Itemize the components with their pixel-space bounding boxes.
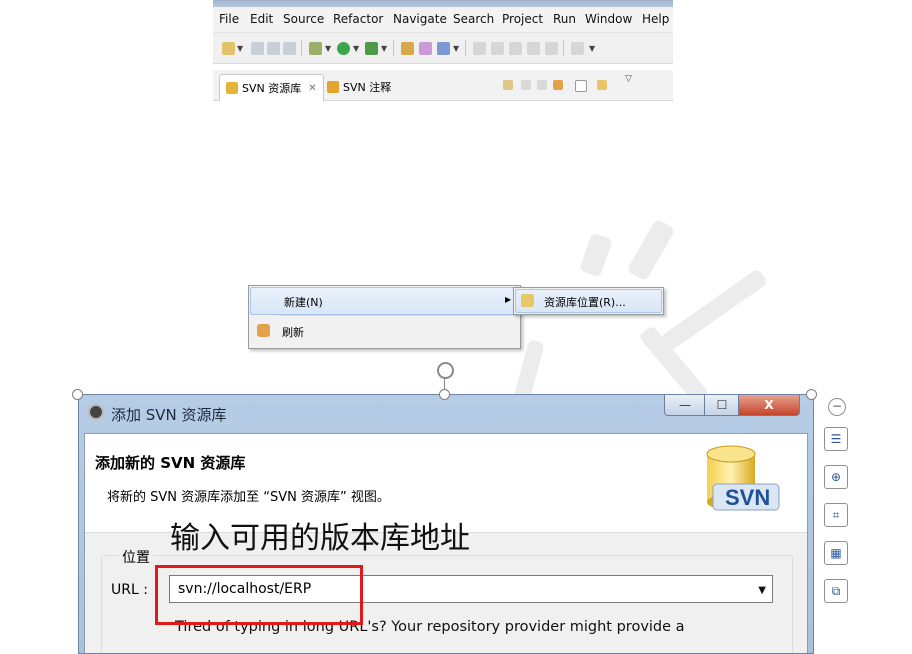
menu-item-refresh[interactable]: 刷新 (249, 318, 520, 344)
submenu-arrow-icon: ▶ (505, 295, 512, 304)
minus-icon[interactable]: − (828, 398, 846, 416)
watermark-stroke (659, 268, 769, 352)
home-icon[interactable] (503, 80, 513, 90)
svn-logo-icon: SVN (701, 444, 781, 520)
search-icon[interactable] (437, 42, 450, 55)
layout-options-icon[interactable]: ☰ (824, 427, 848, 451)
dropdown-arrow-icon[interactable]: ▼ (589, 44, 595, 53)
external-tools-icon[interactable] (365, 42, 378, 55)
selection-icon[interactable]: ▦ (824, 541, 848, 565)
toolbar-separator (301, 40, 302, 56)
menu-item-label: 新建(N) (284, 296, 323, 309)
svn-logo-text: SVN (725, 485, 771, 510)
menu-edit[interactable]: Edit (250, 12, 273, 26)
debug-icon[interactable] (309, 42, 322, 55)
annotation-icon[interactable] (509, 42, 522, 55)
open-type-icon[interactable] (401, 42, 414, 55)
tab-label: SVN 注释 (343, 81, 392, 94)
dialog-description: 将新的 SVN 资源库添加至 “SVN 资源库” 视图。 (107, 490, 390, 505)
dialog-title: 添加 SVN 资源库 (111, 406, 227, 424)
resize-handle[interactable] (72, 389, 83, 400)
tab-label: SVN 资源库 (242, 82, 302, 95)
menu-navigate[interactable]: Navigate (393, 12, 447, 26)
crop-icon[interactable]: ⌗ (824, 503, 848, 527)
dropdown-arrow-icon[interactable]: ▼ (381, 44, 387, 53)
menu-file[interactable]: File (219, 12, 239, 26)
menu-item-repository-location[interactable]: 资源库位置(R)... (515, 289, 662, 313)
back-icon[interactable] (521, 80, 531, 90)
dropdown-arrow-icon[interactable]: ▼ (325, 44, 331, 53)
menu-item-label: 资源库位置(R)... (544, 296, 626, 309)
menu-help[interactable]: Help (642, 12, 669, 26)
menu-source[interactable]: Source (283, 12, 324, 26)
context-menu: 新建(N) ▶ 刷新 (248, 285, 521, 349)
tab-svn-annotate[interactable]: SVN 注释 (327, 74, 391, 100)
menu-divider (279, 315, 519, 316)
dropdown-arrow-icon[interactable]: ▼ (353, 44, 359, 53)
toolbar-separator (465, 40, 466, 56)
dialog-app-icon (88, 404, 104, 420)
annotation-text: 输入可用的版本库地址 (170, 521, 470, 556)
refresh-icon (257, 324, 270, 337)
menu-run[interactable]: Run (553, 12, 576, 26)
dialog-heading: 添加新的 SVN 资源库 (95, 454, 246, 472)
zoom-in-icon[interactable]: ⊕ (824, 465, 848, 489)
save-icon[interactable] (251, 42, 264, 55)
toggle-mark-icon[interactable] (473, 42, 486, 55)
tab-svn-repositories[interactable]: SVN 资源库 ✕ (219, 74, 324, 101)
toolbar-separator (563, 40, 564, 56)
dropdown-arrow-icon[interactable]: ▼ (453, 44, 459, 53)
open-task-icon[interactable] (419, 42, 432, 55)
toolbar-separator (393, 40, 394, 56)
toolbar: ▼ ▼ ▼ ▼ ▼ ▼ (213, 33, 673, 64)
refresh-icon[interactable] (553, 80, 563, 90)
view-tab-bar: SVN 资源库 ✕ SVN 注释 ▽ (213, 70, 673, 101)
resize-handle[interactable] (439, 389, 450, 400)
window-controls: — ☐ X (664, 395, 807, 417)
next-annotation-icon[interactable] (571, 42, 584, 55)
repository-location-icon (521, 294, 534, 307)
menu-search[interactable]: Search (453, 12, 494, 26)
menu-refactor[interactable]: Refactor (333, 12, 383, 26)
dropdown-arrow-icon[interactable]: ▼ (237, 44, 243, 53)
copy-format-icon[interactable]: ⧉ (824, 579, 848, 603)
resize-handle[interactable] (806, 389, 817, 400)
menu-item-new[interactable]: 新建(N) ▶ (250, 287, 519, 315)
view-menu-icon[interactable]: ▽ (625, 74, 632, 84)
pen-icon[interactable] (491, 42, 504, 55)
submenu: 资源库位置(R)... (513, 287, 664, 315)
menu-bar: File Edit Source Refactor Navigate Searc… (213, 7, 673, 33)
url-label: URL : (111, 582, 148, 598)
add-repository-icon[interactable] (597, 80, 607, 90)
menu-project[interactable]: Project (502, 12, 543, 26)
maximize-button[interactable]: ☐ (704, 395, 740, 416)
block-select-icon[interactable] (527, 42, 540, 55)
menu-item-label: 刷新 (282, 326, 304, 339)
svn-repo-icon (226, 82, 238, 94)
save-all-icon[interactable] (267, 42, 280, 55)
collapse-all-icon[interactable] (575, 80, 587, 92)
close-button[interactable]: X (738, 395, 800, 416)
close-icon[interactable]: ✕ (308, 83, 316, 94)
location-group-label: 位置 (119, 547, 153, 567)
print-icon[interactable] (283, 42, 296, 55)
whitespace-icon[interactable] (545, 42, 558, 55)
window-title-bar (213, 0, 673, 7)
forward-icon[interactable] (537, 80, 547, 90)
chevron-down-icon[interactable]: ▼ (758, 585, 766, 596)
minimize-button[interactable]: — (664, 395, 706, 416)
new-icon[interactable] (222, 42, 235, 55)
svn-annotate-icon (327, 81, 339, 93)
menu-window[interactable]: Window (585, 12, 632, 26)
run-icon[interactable] (337, 42, 350, 55)
rotate-handle-icon[interactable] (437, 362, 454, 379)
annotation-highlight-box (155, 565, 363, 625)
